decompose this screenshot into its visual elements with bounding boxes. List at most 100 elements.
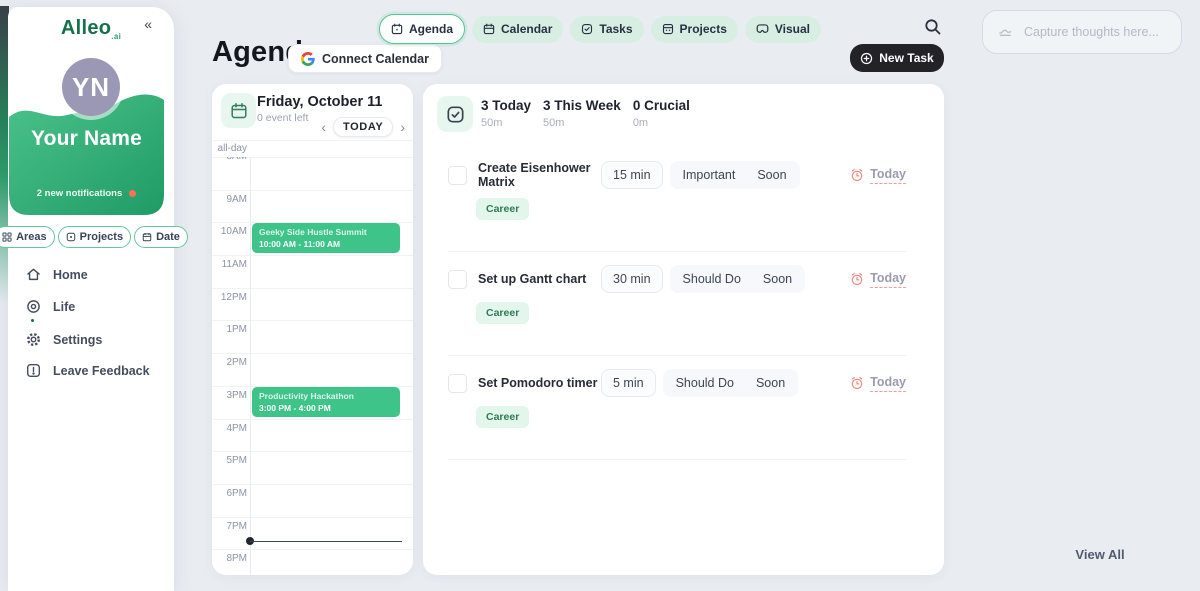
all-day-row[interactable]: all-day: [212, 140, 413, 157]
time-axis-divider: [250, 140, 251, 575]
capture-thoughts-box: [982, 10, 1182, 54]
notifications-link[interactable]: 2 new notifications: [9, 188, 164, 199]
stat-today: 3 Today50m: [481, 98, 531, 129]
task-priority-group: Should Do Soon: [663, 369, 799, 397]
task-priority[interactable]: Important: [683, 168, 736, 182]
stat-crucial: 0 Crucial0m: [633, 98, 690, 129]
task-duration-pill[interactable]: 15 min: [601, 161, 663, 189]
logo-suffix: .ai: [111, 32, 121, 41]
tab-visual[interactable]: Visual: [745, 16, 821, 43]
task-duration-pill[interactable]: 30 min: [601, 265, 663, 293]
alarm-clock-icon: [850, 272, 864, 286]
task-row: Set up Gantt chart 30 min Should Do Soon…: [448, 252, 906, 356]
google-logo-icon: [301, 52, 315, 66]
calendar-date-title: Friday, October 11: [257, 94, 382, 110]
date-icon: [142, 232, 152, 242]
new-task-button[interactable]: New Task: [850, 44, 944, 72]
calendar-event[interactable]: Productivity Hackathon 3:00 PM - 4:00 PM: [252, 387, 400, 417]
quick-capture-pen-icon: [998, 25, 1013, 40]
all-day-label: all-day: [212, 143, 247, 154]
notification-dot-icon: [129, 190, 136, 197]
task-urgency[interactable]: Soon: [757, 168, 786, 182]
task-due[interactable]: Today: [850, 167, 906, 184]
day-time-grid: all-day 8AM 9AM 10AM 11AM 12PM 1PM 2PM 3…: [212, 140, 413, 575]
sidebar-item-leave-feedback[interactable]: Leave Feedback: [26, 363, 150, 378]
hour-row[interactable]: 1PM: [212, 320, 413, 353]
task-due[interactable]: Today: [850, 271, 906, 288]
task-checkbox[interactable]: [448, 270, 467, 289]
sidebar-filters: Areas Projects Date: [8, 226, 174, 248]
gear-icon: [26, 332, 41, 347]
task-checkbox[interactable]: [448, 166, 467, 185]
hour-row[interactable]: 12PM: [212, 288, 413, 321]
plus-circle-icon: [860, 52, 873, 65]
checkbox-check-icon: [446, 105, 465, 124]
hour-row[interactable]: 9AM: [212, 190, 413, 223]
hour-row[interactable]: 4PM: [212, 419, 413, 452]
hour-row[interactable]: 8AM: [212, 157, 413, 190]
capture-thoughts-input[interactable]: [1022, 24, 1176, 40]
task-priority[interactable]: Should Do: [676, 376, 734, 390]
hour-row[interactable]: 7PM: [212, 517, 413, 550]
filter-date-button[interactable]: Date: [134, 226, 188, 248]
home-icon: [26, 267, 41, 282]
projects-icon: [66, 232, 76, 242]
projects-grid-icon: [662, 23, 674, 35]
sidebar-item-home[interactable]: Home: [26, 267, 88, 282]
task-urgency[interactable]: Soon: [763, 272, 792, 286]
current-time-line: [250, 541, 402, 543]
search-icon[interactable]: [924, 18, 942, 36]
feedback-icon: [26, 363, 41, 378]
sidebar-item-settings[interactable]: Settings: [26, 332, 102, 347]
filter-projects-button[interactable]: Projects: [58, 226, 131, 248]
events-left-label: 0 event left: [257, 112, 308, 124]
hour-row[interactable]: 2PM: [212, 353, 413, 386]
hour-row[interactable]: 6PM: [212, 484, 413, 517]
calendar-event[interactable]: Geeky Side Hustle Summit 10:00 AM - 11:0…: [252, 223, 400, 253]
task-title[interactable]: Set up Gantt chart: [478, 272, 601, 286]
connect-calendar-button[interactable]: Connect Calendar: [288, 44, 442, 73]
today-button[interactable]: TODAY: [333, 117, 393, 137]
task-stats: 3 Today50m 3 This Week50m 0 Crucial0m: [481, 98, 690, 129]
collapse-sidebar-icon[interactable]: «: [144, 16, 152, 32]
task-row: Create Eisenhower Matrix 15 min Importan…: [448, 148, 906, 252]
tab-calendar[interactable]: Calendar: [472, 16, 563, 43]
task-title[interactable]: Create Eisenhower Matrix: [478, 161, 601, 189]
task-checkbox[interactable]: [448, 374, 467, 393]
agenda-calendar-panel: Friday, October 11 0 event left ‹ TODAY …: [212, 84, 413, 575]
hour-row[interactable]: 11AM: [212, 255, 413, 288]
task-title[interactable]: Set Pomodoro timer: [478, 376, 601, 390]
task-priority-group: Important Soon: [670, 161, 800, 189]
tasks-header-iconbox: [437, 96, 473, 132]
task-due[interactable]: Today: [850, 375, 906, 392]
areas-icon: [2, 232, 12, 242]
task-priority-group: Should Do Soon: [670, 265, 806, 293]
sidebar-item-life[interactable]: Life: [26, 299, 75, 314]
task-priority[interactable]: Should Do: [683, 272, 741, 286]
chevron-right-icon[interactable]: ›: [400, 120, 405, 134]
task-tag[interactable]: Career: [476, 302, 529, 324]
task-urgency[interactable]: Soon: [756, 376, 785, 390]
user-name: Your Name: [9, 127, 164, 151]
tasks-check-icon: [581, 23, 593, 35]
task-duration-pill[interactable]: 5 min: [601, 369, 656, 397]
tab-tasks[interactable]: Tasks: [570, 16, 643, 43]
hour-row[interactable]: 5PM: [212, 451, 413, 484]
hour-row[interactable]: 8PM: [212, 549, 413, 575]
tab-agenda[interactable]: Agenda: [379, 14, 465, 44]
task-tag[interactable]: Career: [476, 198, 529, 220]
calendar-date-nav: ‹ TODAY ›: [321, 117, 405, 137]
main-nav-tabs: Agenda Calendar Tasks Projects Visual: [379, 14, 821, 44]
stat-this-week: 3 This Week50m: [543, 98, 621, 129]
view-all-link[interactable]: View All: [1040, 547, 1160, 562]
calendar-header-iconbox: [221, 93, 256, 128]
tab-projects[interactable]: Projects: [651, 16, 738, 43]
chevron-left-icon[interactable]: ‹: [321, 120, 326, 134]
alarm-clock-icon: [850, 376, 864, 390]
tasks-panel: 3 Today50m 3 This Week50m 0 Crucial0m Cr…: [423, 84, 944, 575]
filter-areas-button[interactable]: Areas: [0, 226, 55, 248]
calendar-icon: [230, 102, 248, 120]
avatar[interactable]: YN: [62, 58, 120, 116]
task-tag[interactable]: Career: [476, 406, 529, 428]
sidebar: Alleo.ai « YN Your Name 2 new notificati…: [8, 7, 174, 591]
